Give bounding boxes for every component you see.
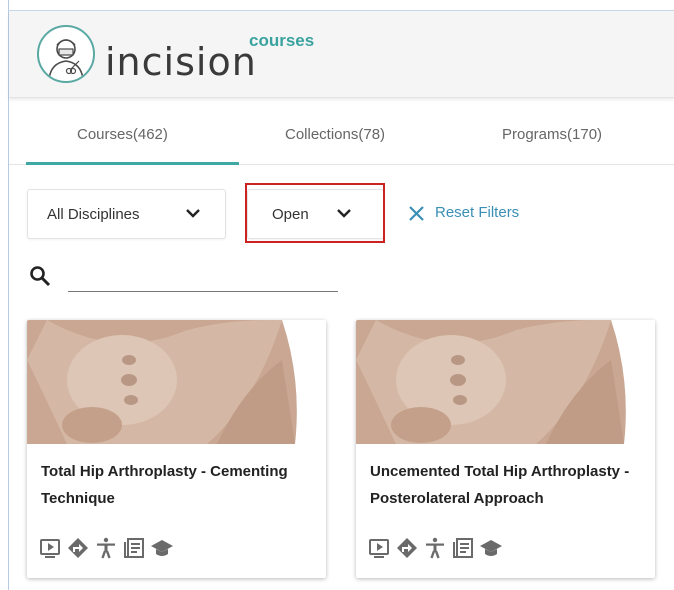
- active-tab-indicator: [26, 162, 239, 165]
- surgeon-logo-icon[interactable]: [37, 25, 95, 83]
- graduation-cap-icon: [480, 540, 502, 556]
- route-icon: [397, 538, 417, 558]
- highlight-box: [245, 183, 385, 243]
- search-input[interactable]: [68, 265, 338, 292]
- graduation-cap-icon: [151, 540, 173, 556]
- course-thumbnail-image[interactable]: [356, 320, 655, 444]
- discipline-dropdown[interactable]: All Disciplines: [27, 189, 226, 239]
- reset-filters-label: Reset Filters: [435, 204, 520, 221]
- tab-courses[interactable]: Courses(462): [77, 126, 168, 143]
- content-tabs: Courses(462) Collections(78) Programs(17…: [9, 108, 674, 165]
- brand-subtitle: courses: [249, 31, 315, 50]
- brand-wordmark[interactable]: incision: [105, 43, 257, 81]
- tab-collections[interactable]: Collections(78): [285, 126, 385, 143]
- accessibility-icon: [97, 537, 115, 559]
- document-icon: [124, 538, 144, 558]
- course-card[interactable]: Total Hip Arthroplasty - Cementing Techn…: [27, 320, 326, 578]
- accessibility-icon: [426, 537, 444, 559]
- course-title[interactable]: Uncemented Total Hip Arthroplasty - Post…: [370, 458, 640, 512]
- discipline-dropdown-label: All Disciplines: [47, 206, 140, 223]
- course-thumbnail-image[interactable]: [27, 320, 326, 444]
- close-icon: [409, 206, 424, 221]
- route-icon: [68, 538, 88, 558]
- tab-programs[interactable]: Programs(170): [502, 126, 602, 143]
- app-header: incision courses: [9, 11, 674, 98]
- video-icon: [40, 539, 60, 558]
- search-icon[interactable]: [29, 265, 51, 287]
- video-icon: [369, 539, 389, 558]
- document-icon: [453, 538, 473, 558]
- chevron-down-icon: [186, 209, 200, 218]
- course-title[interactable]: Total Hip Arthroplasty - Cementing Techn…: [41, 458, 311, 512]
- course-card[interactable]: Uncemented Total Hip Arthroplasty - Post…: [356, 320, 655, 578]
